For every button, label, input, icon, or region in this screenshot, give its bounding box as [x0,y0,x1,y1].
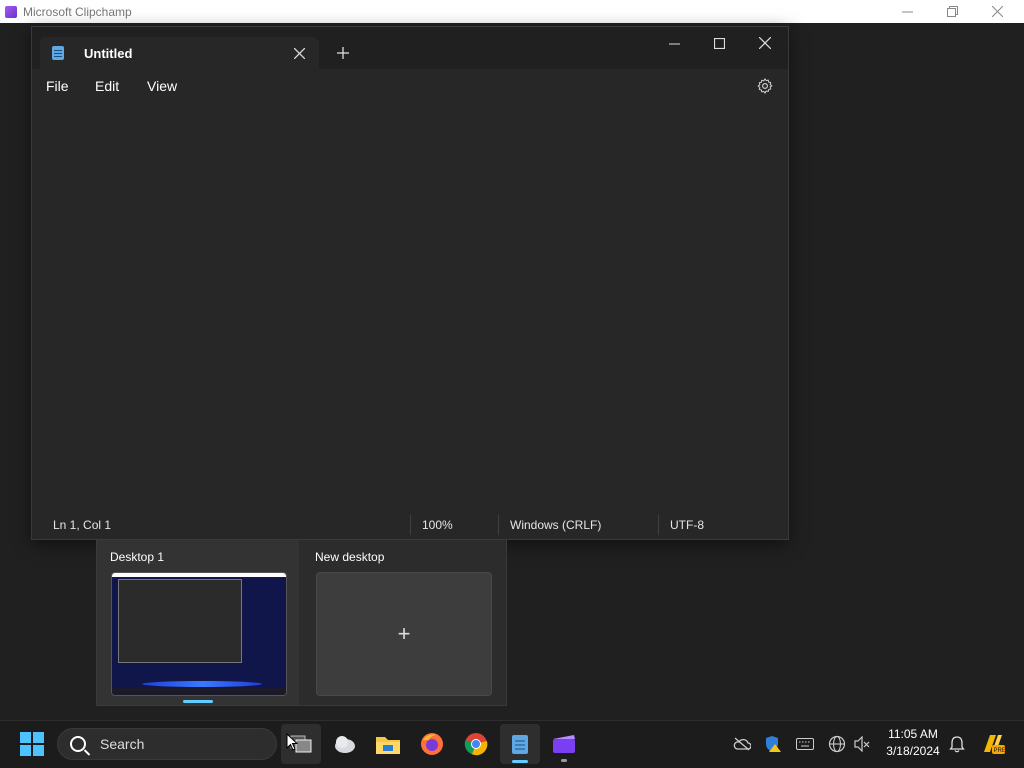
security-button[interactable] [762,720,784,768]
firefox-icon [421,733,443,755]
taskbar-search-box[interactable]: Search [57,728,277,760]
firefox-button[interactable] [412,724,452,764]
onedrive-offline-icon [733,737,751,751]
maximize-icon [713,37,725,49]
widgets-button[interactable] [325,724,365,764]
new-desktop-button[interactable]: + [316,572,492,696]
volume-muted-icon [854,736,870,752]
notepad-tab[interactable]: Untitled [40,37,319,69]
zoom-level[interactable]: 100% [422,511,453,539]
menu-file[interactable]: File [46,78,69,94]
bell-icon [949,736,965,753]
globe-icon [828,735,846,753]
notepad-taskbar-button[interactable] [500,724,540,764]
notepad-menu-bar: File Edit View [32,69,788,103]
clipchamp-app-icon [5,5,17,18]
restore-icon [947,6,958,17]
status-divider [410,515,411,535]
start-button[interactable] [12,724,52,764]
desktop-label: Desktop 1 [110,550,165,564]
desktop-label: New desktop [315,550,385,564]
windows-logo-icon [20,732,44,756]
tab-close-button[interactable] [289,43,309,63]
network-button[interactable] [826,720,848,768]
notepad-icon [52,46,64,60]
close-icon [759,37,771,49]
minimize-icon [668,43,680,44]
plus-icon: + [397,621,411,646]
active-app-indicator [512,760,528,763]
clipchamp-icon [553,735,575,753]
clock-date: 3/18/2024 [886,744,940,758]
thumbnail-notepad [118,579,242,663]
notepad-icon [512,735,528,754]
task-view-flyout: Desktop 1 New desktop + [96,540,507,706]
thumbnail-titlebar [112,573,286,577]
status-divider [658,515,659,535]
minimize-icon [902,11,913,13]
notepad-close-button[interactable] [745,31,785,55]
volume-button[interactable] [851,720,873,768]
menu-edit[interactable]: Edit [95,78,119,94]
encoding[interactable]: UTF-8 [670,511,704,539]
taskbar-clock[interactable]: 11:05 AM 3/18/2024 [880,726,946,760]
svg-text:PRE: PRE [994,748,1006,754]
clipchamp-titlebar: Microsoft Clipchamp [0,0,1024,23]
desktop-1-card[interactable]: Desktop 1 [97,540,299,705]
notepad-tab-bar: Untitled [32,27,788,69]
notepad-status-bar: Ln 1, Col 1 100% Windows (CRLF) UTF-8 [32,511,788,539]
thumbnail-taskbar [112,687,286,695]
search-placeholder: Search [100,736,145,752]
notepad-window: Untitled File Edit View Ln 1, Col 1 100%… [31,26,789,540]
copilot-preview-icon: PRE [984,735,1006,754]
clipchamp-close-button[interactable] [975,0,1020,23]
cursor-position: Ln 1, Col 1 [53,518,112,532]
close-icon [293,47,305,59]
tab-title: Untitled [84,45,133,61]
clipchamp-title: Microsoft Clipchamp [23,4,132,19]
line-ending[interactable]: Windows (CRLF) [510,511,601,539]
new-tab-button[interactable] [331,41,355,65]
weather-icon [335,736,355,753]
status-divider [498,515,499,535]
clipchamp-taskbar-button[interactable] [544,724,584,764]
shield-warning-icon [766,736,781,752]
onedrive-button[interactable] [731,720,753,768]
notifications-button[interactable] [946,720,968,768]
text-editor-area[interactable] [32,103,788,513]
file-explorer-button[interactable] [368,724,408,764]
active-desktop-indicator [183,700,213,703]
gear-icon [757,78,773,94]
settings-button[interactable] [756,77,774,95]
chrome-button[interactable] [456,724,496,764]
desktop-1-thumbnail[interactable] [111,572,287,696]
running-app-indicator [561,759,567,762]
search-icon [70,736,86,752]
notepad-minimize-button[interactable] [654,31,694,55]
clipchamp-restore-button[interactable] [930,0,975,23]
menu-view[interactable]: View [147,78,177,94]
file-explorer-icon [376,737,400,754]
clipchamp-minimize-button[interactable] [885,0,930,23]
close-icon [992,6,1003,17]
copilot-button[interactable]: PRE [978,720,1008,768]
keyboard-button[interactable] [794,720,816,768]
new-desktop-card[interactable]: New desktop + [302,540,504,705]
keyboard-icon [796,738,814,750]
cursor-arrow-icon [286,732,299,751]
notepad-maximize-button[interactable] [699,31,739,55]
chrome-icon [464,733,488,756]
plus-icon [337,47,349,59]
clock-time: 11:05 AM [888,727,938,741]
